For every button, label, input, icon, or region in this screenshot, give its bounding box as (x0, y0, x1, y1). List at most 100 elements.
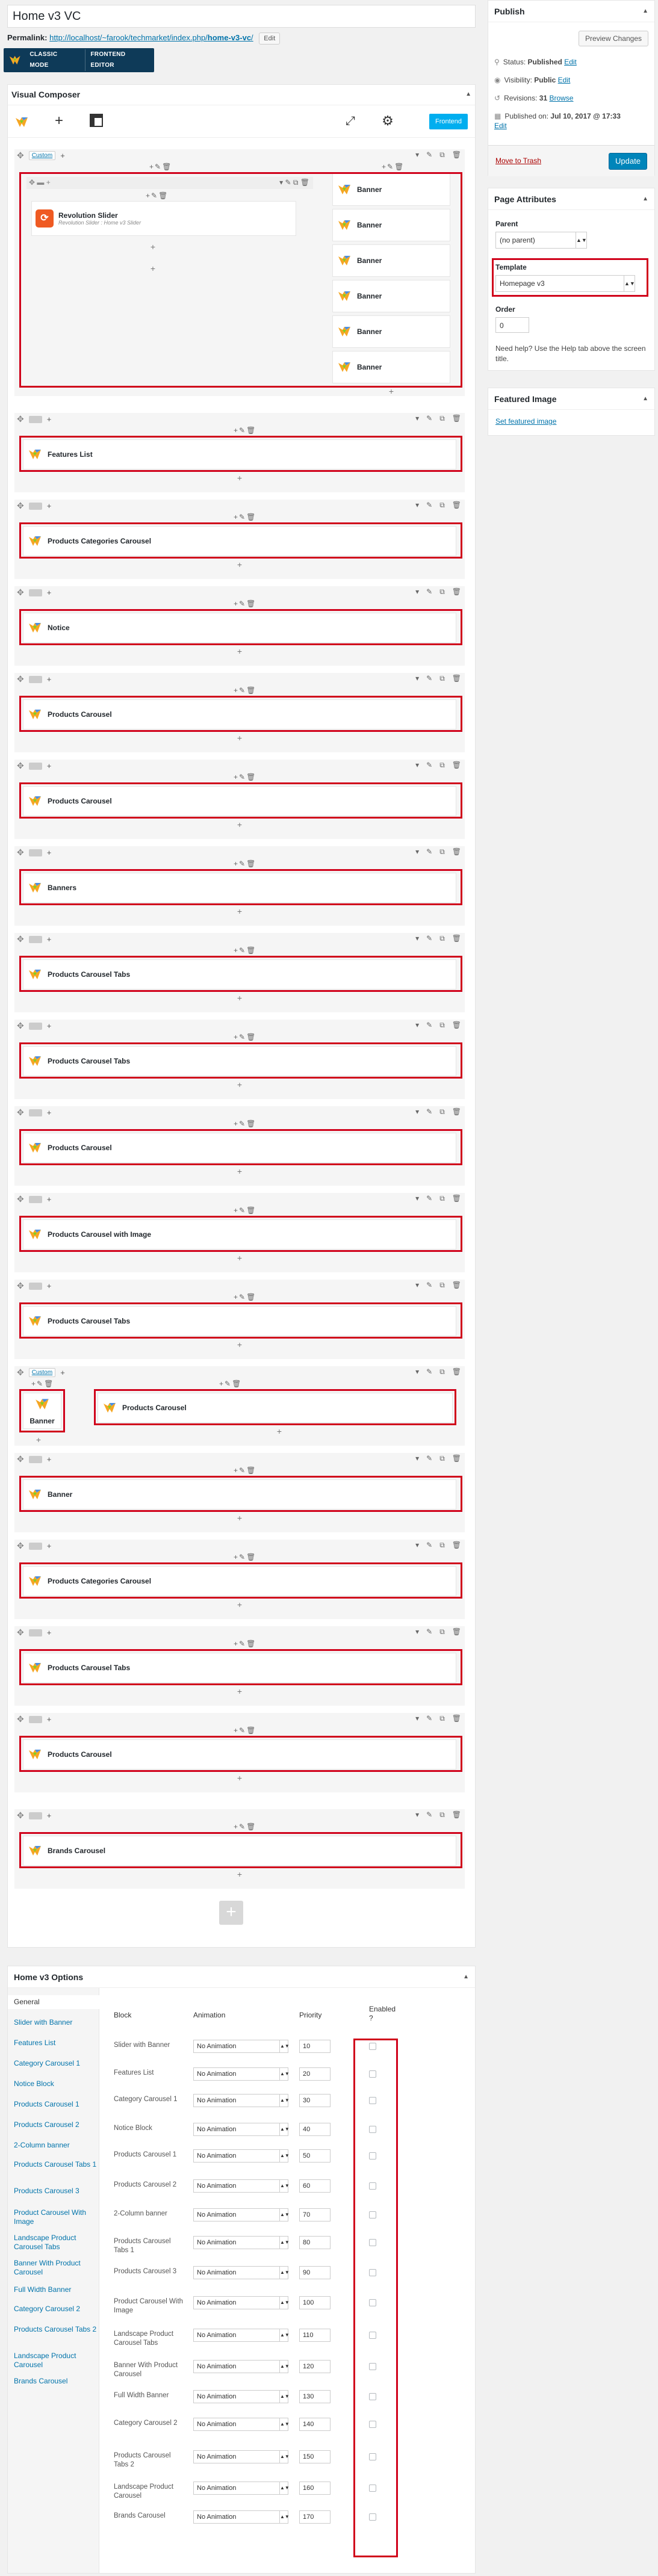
collapse-arrow-icon[interactable]: ▲ (642, 188, 648, 210)
drag-handle-icon[interactable]: ✥ (17, 1810, 24, 1821)
add-element-icon[interactable]: + (237, 820, 242, 829)
edit-row-icon[interactable]: ✎ (426, 761, 432, 770)
clone-row-icon[interactable]: ⧉ (439, 1107, 445, 1116)
edit-row-icon[interactable]: ✎ (426, 934, 432, 943)
column-controls[interactable]: +✎🗑 (234, 1119, 256, 1128)
add-element-icon[interactable]: + (237, 646, 242, 656)
column-controls[interactable]: +✎🗑 (234, 1033, 256, 1041)
add-element-icon[interactable]: + (237, 1166, 242, 1176)
animation-select[interactable]: No Animation ▲▼ (193, 2179, 290, 2193)
delete-row-icon[interactable]: 🗑 (452, 1714, 461, 1723)
options-tab[interactable]: Full Width Banner (8, 2283, 99, 2297)
row-layout-icon[interactable] (28, 849, 42, 856)
clone-row-icon[interactable]: ⧉ (439, 1367, 445, 1376)
row-layout-icon[interactable] (28, 1715, 42, 1723)
delete-row-icon[interactable]: 🗑 (452, 847, 461, 856)
add-element-icon[interactable]: + (237, 1600, 242, 1609)
add-element-icon[interactable]: + (277, 1426, 282, 1436)
collapse-arrow-icon[interactable]: ▲ (642, 1, 648, 22)
drag-handle-icon[interactable]: ✥ (17, 934, 24, 944)
add-column-icon[interactable]: + (47, 675, 52, 684)
add-row-button[interactable]: + (219, 1901, 243, 1925)
enabled-checkbox[interactable] (369, 2152, 376, 2160)
edit-row-icon[interactable]: ✎ (426, 1810, 432, 1819)
collapse-row-icon[interactable]: ▾ (415, 934, 419, 943)
drag-handle-icon[interactable]: ✥ (17, 1107, 24, 1118)
collapse-row-icon[interactable]: ▾ (415, 1454, 419, 1463)
custom-layout-button[interactable]: Custom (28, 151, 56, 160)
add-column-icon[interactable]: + (47, 935, 52, 944)
delete-row-icon[interactable]: 🗑 (452, 674, 461, 683)
edit-row-icon[interactable]: ✎ (426, 587, 432, 596)
enabled-checkbox[interactable] (369, 2097, 376, 2104)
priority-input[interactable]: 110 (299, 2329, 331, 2342)
priority-input[interactable]: 130 (299, 2390, 331, 2403)
edit-row-icon[interactable]: ✎ (426, 847, 432, 856)
collapse-row-icon[interactable]: ▾ (415, 1194, 419, 1203)
collapse-row-icon[interactable]: ▾ (415, 587, 419, 596)
enabled-checkbox[interactable] (369, 2513, 376, 2521)
collapse-row-icon[interactable]: ▾ (415, 1107, 419, 1116)
edit-row-icon[interactable]: ✎ (426, 150, 432, 159)
add-element-icon[interactable]: + (389, 386, 394, 396)
column-controls[interactable]: +✎🗑 (234, 773, 256, 781)
column-controls[interactable]: +✎🗑 (146, 191, 169, 200)
add-element-icon[interactable]: + (237, 993, 242, 1003)
vc-element[interactable]: Products Carousel Tabs (23, 1306, 456, 1336)
collapse-row-icon[interactable]: ▾ (415, 1541, 419, 1550)
column-controls[interactable]: +✎🗑 (234, 1639, 256, 1648)
priority-input[interactable]: 60 (299, 2179, 331, 2193)
clone-row-icon[interactable]: ⧉ (439, 674, 445, 683)
drag-handle-icon[interactable]: ✥ (17, 501, 24, 511)
options-tab[interactable]: 2-Column banner (8, 2138, 99, 2152)
delete-row-icon[interactable]: 🗑 (452, 1021, 461, 1030)
column-controls[interactable]: +✎🗑 (234, 1466, 256, 1475)
add-column-icon[interactable]: + (47, 1281, 52, 1290)
add-column-icon[interactable]: + (47, 415, 52, 424)
delete-row-icon[interactable]: 🗑 (452, 1107, 461, 1116)
options-tab[interactable]: Notice Block (8, 2077, 99, 2091)
animation-select[interactable]: No Animation ▲▼ (193, 2296, 290, 2309)
options-tab[interactable]: Product Carousel With Image (8, 2206, 99, 2229)
collapse-row-icon[interactable]: ▾ (415, 674, 419, 683)
animation-select[interactable]: No Animation ▲▼ (193, 2236, 290, 2249)
delete-row-icon[interactable]: 🗑 (452, 1454, 461, 1463)
priority-input[interactable]: 120 (299, 2360, 331, 2373)
drag-handle-icon[interactable]: ✥ (17, 847, 24, 858)
add-column-icon[interactable]: + (47, 1021, 52, 1030)
options-tab[interactable]: Features List (8, 2036, 99, 2050)
add-element-icon[interactable]: + (237, 473, 242, 483)
delete-row-icon[interactable]: 🗑 (452, 1281, 461, 1290)
page-title-input[interactable]: Home v3 VC (7, 5, 476, 28)
row-layout-icon[interactable] (28, 1542, 42, 1550)
collapse-row-icon[interactable]: ▾ (415, 761, 419, 770)
edit-row-icon[interactable]: ✎ (426, 1021, 432, 1030)
enabled-checkbox[interactable] (369, 2043, 376, 2050)
clone-row-icon[interactable]: ⧉ (439, 587, 445, 596)
options-tab[interactable]: Landscape Product Carousel Tabs (8, 2231, 99, 2254)
edit-row-icon[interactable]: ✎ (426, 414, 432, 423)
priority-input[interactable]: 140 (299, 2418, 331, 2431)
enabled-checkbox[interactable] (369, 2485, 376, 2492)
collapse-row-icon[interactable]: ▾ (415, 1367, 419, 1376)
parent-select[interactable]: (no parent) ▲▼ (495, 232, 587, 249)
drag-handle-icon[interactable]: ✥ (17, 1021, 24, 1031)
add-column-icon[interactable]: + (47, 761, 52, 770)
enabled-checkbox[interactable] (369, 2332, 376, 2339)
templates-icon[interactable] (88, 114, 104, 129)
collapse-arrow-icon[interactable]: ▲ (465, 85, 471, 104)
column-controls[interactable]: +✎🗑 (234, 513, 256, 521)
priority-input[interactable]: 20 (299, 2067, 331, 2081)
priority-input[interactable]: 170 (299, 2510, 331, 2524)
add-column-icon[interactable]: + (60, 151, 65, 160)
collapse-row-icon[interactable]: ▾ (415, 501, 419, 510)
row-layout-icon[interactable] (28, 1629, 42, 1636)
priority-input[interactable]: 70 (299, 2208, 331, 2221)
column-controls[interactable]: +✎🗑 (234, 946, 256, 955)
banner-element[interactable]: Banner (332, 244, 450, 277)
add-column-icon[interactable]: + (47, 1811, 52, 1820)
row-layout-icon[interactable] (28, 1282, 42, 1290)
permalink-edit-button[interactable]: Edit (259, 32, 281, 45)
priority-input[interactable]: 160 (299, 2482, 331, 2495)
add-column-icon[interactable]: + (47, 1195, 52, 1204)
